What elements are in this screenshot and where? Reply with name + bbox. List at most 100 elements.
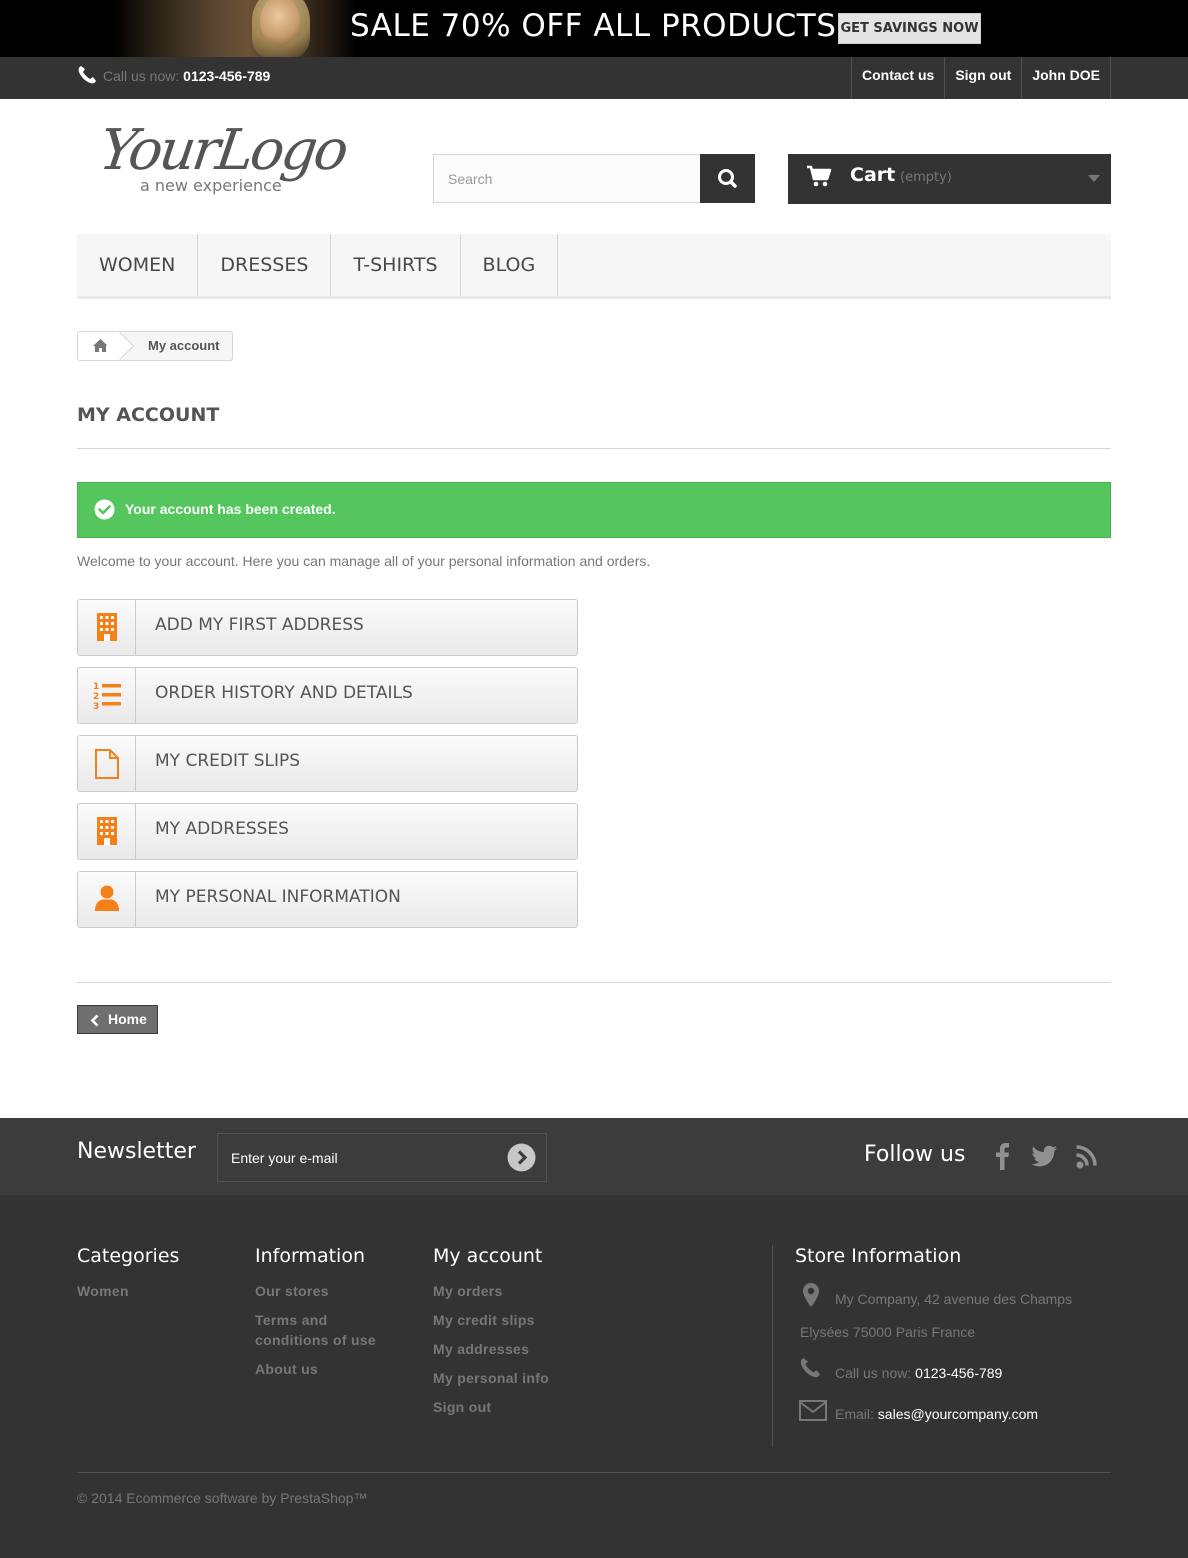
menu-item-women[interactable]: WOMEN [77,234,199,296]
store-call-label: Call us now: [835,1365,912,1381]
divider [77,448,1111,449]
store-logo[interactable]: YourLogo a new experience [95,118,362,198]
account-links: ADD MY FIRST ADDRESS 123 ORDER HISTORY A… [77,599,578,939]
building-icon [97,817,117,845]
map-marker-icon [803,1283,819,1307]
banner-headline: SALE 70% OFF ALL PRODUCTS [350,8,837,44]
home-icon [93,339,108,352]
cart-button[interactable]: Cart (empty) [788,154,1111,204]
footer-link-my-addresses[interactable]: My addresses [433,1339,549,1359]
menu-item-blog[interactable]: BLOG [461,234,559,296]
footer-divider [772,1245,773,1447]
footer-information-title: Information [255,1245,365,1267]
footer-link-women[interactable]: Women [77,1281,179,1301]
twitter-icon[interactable] [1029,1140,1059,1172]
store-address-line2: Elysées 75000 Paris France [800,1324,976,1340]
logo-tagline: a new experience [140,176,282,195]
footer-link-credit-slips[interactable]: My credit slips [433,1310,549,1330]
svg-text:1: 1 [93,682,99,692]
sign-out-link[interactable]: Sign out [945,57,1023,99]
svg-text:3: 3 [93,702,99,709]
numbered-list-icon: 123 [93,682,121,709]
credit-slips-label: MY CREDIT SLIPS [155,751,301,771]
get-savings-button[interactable]: GET SAVINGS NOW [838,13,981,44]
alert-message: Your account has been created. [125,501,336,517]
store-info-title: Store Information [795,1245,962,1267]
footer-link-sign-out[interactable]: Sign out [433,1397,549,1417]
building-icon [97,613,117,641]
search-button[interactable] [700,154,755,203]
personal-info-button[interactable]: MY PERSONAL INFORMATION [77,871,578,928]
store-email-label: Email: [835,1406,874,1422]
search-icon [718,169,737,188]
order-history-button[interactable]: 123 ORDER HISTORY AND DETAILS [77,667,578,724]
footer-link-personal-info[interactable]: My personal info [433,1368,549,1388]
newsletter-form [217,1133,547,1182]
site-footer: Categories Women Information Our stores … [0,1195,1188,1558]
footer-categories-title: Categories [77,1245,180,1267]
store-phone-number: 0123-456-789 [915,1365,1003,1381]
newsletter-title: Newsletter [77,1139,196,1164]
icon-box [78,872,136,927]
credit-slips-button[interactable]: MY CREDIT SLIPS [77,735,578,792]
footer-link-my-orders[interactable]: My orders [433,1281,549,1301]
top-links: Contact us Sign out John DOE [850,57,1111,99]
divider [77,982,1111,983]
cart-status: (empty) [900,170,952,185]
file-icon [95,749,119,779]
main-menu: WOMEN DRESSES T-SHIRTS BLOG [77,234,1111,299]
check-circle-icon [94,499,115,520]
store-address-line1: My Company, 42 avenue des Champs [835,1291,1073,1307]
promo-banner[interactable]: SALE 70% OFF ALL PRODUCTS GET SAVINGS NO… [0,0,1188,57]
add-first-address-label: ADD MY FIRST ADDRESS [155,615,364,635]
store-information: Store Information My Company, 42 avenue … [795,1245,1115,1422]
user-icon [95,885,119,911]
svg-text:2: 2 [93,692,99,702]
footer-my-account: My account My orders My credit slips My … [433,1245,549,1426]
footer-categories: Categories Women [77,1245,179,1310]
footer-link-our-stores[interactable]: Our stores [255,1281,395,1301]
page-title: MY ACCOUNT [77,404,220,426]
personal-info-label: MY PERSONAL INFORMATION [155,887,401,907]
top-nav-bar: Call us now: 0123-456-789 Contact us Sig… [0,57,1188,99]
rss-icon[interactable] [1073,1140,1103,1172]
newsletter-band: Newsletter Follow us [0,1118,1188,1195]
footer-information: Information Our stores Terms and conditi… [255,1245,395,1388]
home-button-label: Home [108,1011,147,1027]
facebook-icon[interactable] [988,1140,1018,1172]
icon-box [78,736,136,791]
search-input[interactable] [433,154,701,203]
store-email: Email: sales@yourcompany.com [835,1406,1038,1422]
store-phone: Call us now: 0123-456-789 [835,1365,1002,1381]
phone-number: 0123-456-789 [183,68,271,84]
icon-box: 123 [78,668,136,723]
newsletter-email-input[interactable] [218,1134,498,1181]
phone-icon [78,66,96,84]
chevron-down-icon [1088,175,1100,182]
banner-model-image [112,0,357,57]
cart-label: Cart [850,164,896,186]
my-addresses-button[interactable]: MY ADDRESSES [77,803,578,860]
home-button[interactable]: Home [77,1005,158,1034]
contact-us-link[interactable]: Contact us [852,57,946,99]
success-alert: Your account has been created. [77,482,1111,538]
menu-item-dresses[interactable]: DRESSES [198,234,332,296]
search-form [433,154,755,203]
envelope-icon [799,1400,827,1421]
menu-item-tshirts[interactable]: T-SHIRTS [331,234,461,296]
footer-link-terms[interactable]: Terms and conditions of use [255,1310,395,1350]
phone-icon [800,1358,820,1378]
icon-box [78,804,136,859]
customer-account-link[interactable]: John DOE [1022,57,1111,99]
arrow-right-circle-icon[interactable] [507,1143,536,1172]
shopping-cart-icon [807,165,832,187]
my-addresses-label: MY ADDRESSES [155,819,289,839]
logo-wordmark: YourLogo [95,118,350,183]
store-email-link[interactable]: sales@yourcompany.com [878,1406,1038,1422]
call-us-info: Call us now: 0123-456-789 [77,65,270,85]
footer-bottom-divider [77,1472,1111,1473]
footer-link-about-us[interactable]: About us [255,1359,395,1379]
add-first-address-button[interactable]: ADD MY FIRST ADDRESS [77,599,578,656]
breadcrumb-home[interactable] [78,332,123,360]
chevron-left-icon [90,1014,99,1027]
